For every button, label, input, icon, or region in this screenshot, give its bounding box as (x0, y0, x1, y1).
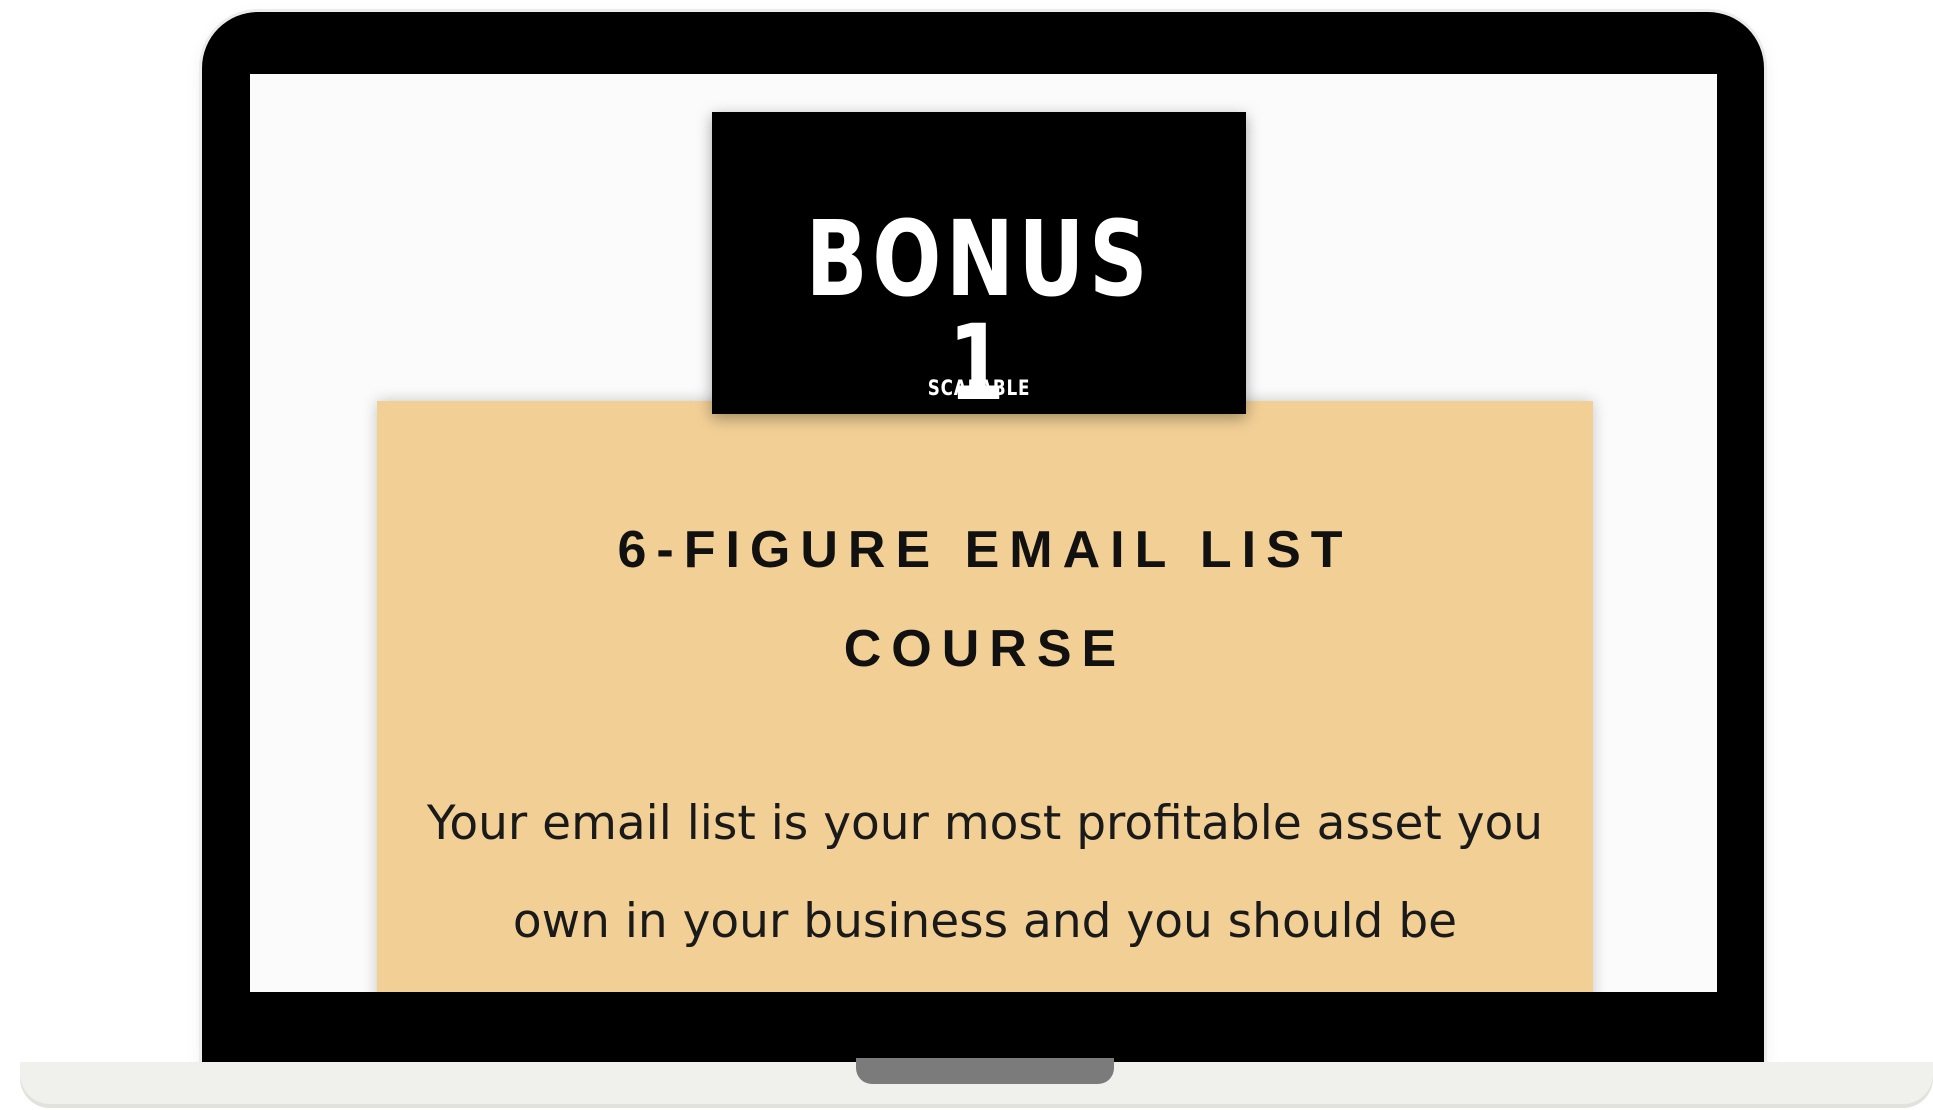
laptop-lid: BONUS 1 SCALABLE 6-FIGURE EMAIL LIST COU… (202, 12, 1764, 1062)
laptop-screen: BONUS 1 SCALABLE 6-FIGURE EMAIL LIST COU… (250, 74, 1717, 992)
laptop-base-notch (856, 1058, 1114, 1084)
laptop-mockup: BONUS 1 SCALABLE 6-FIGURE EMAIL LIST COU… (0, 0, 1933, 1110)
course-title: 6-FIGURE EMAIL LIST COURSE (377, 501, 1593, 699)
course-title-line-2: COURSE (843, 620, 1127, 678)
course-description: Your email list is your most profitable … (426, 796, 1544, 949)
bonus-badge: BONUS 1 SCALABLE (712, 112, 1246, 415)
course-card: 6-FIGURE EMAIL LIST COURSE Your email li… (377, 401, 1593, 992)
bonus-brand: SCALABLE (927, 376, 1031, 400)
course-title-line-1: 6-FIGURE EMAIL LIST (617, 521, 1353, 579)
